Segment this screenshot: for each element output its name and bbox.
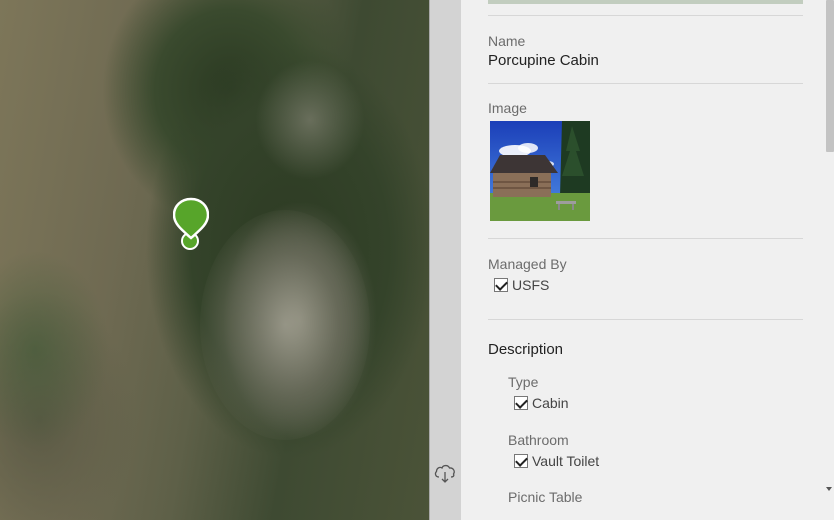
- image-strip: [488, 0, 803, 4]
- image-label: Image: [488, 100, 527, 116]
- cabin-photo[interactable]: [490, 121, 590, 221]
- description-title: Description: [488, 341, 564, 358]
- name-field: Name Porcupine Cabin: [488, 33, 803, 69]
- scrollbar-thumb[interactable]: [826, 0, 834, 152]
- cabin-checkbox[interactable]: [514, 396, 528, 410]
- divider-line: [488, 15, 803, 16]
- type-option: Cabin: [514, 395, 823, 411]
- vault-toilet-option-label: Vault Toilet: [532, 453, 600, 469]
- cloud-download-icon[interactable]: [433, 462, 457, 484]
- type-label: Type: [508, 374, 539, 390]
- map-terrain: [0, 250, 110, 450]
- map-marker-icon[interactable]: [173, 197, 209, 252]
- usfs-checkbox[interactable]: [494, 278, 508, 292]
- cabin-photo-image: [490, 121, 590, 221]
- name-value: Porcupine Cabin: [488, 52, 599, 69]
- bathroom-option: Vault Toilet: [514, 453, 823, 469]
- managed-by-field: Managed By USFS: [488, 256, 803, 293]
- name-label: Name: [488, 33, 526, 49]
- divider-line: [488, 319, 803, 320]
- type-field: Type Cabin: [508, 374, 823, 411]
- managed-by-label: Managed By: [488, 256, 567, 272]
- description-section: Description: [488, 341, 803, 358]
- image-field: Image: [488, 100, 803, 116]
- picnic-table-field: Picnic Table: [508, 489, 823, 505]
- managed-by-option: USFS: [494, 277, 803, 293]
- scroll-down-arrow-icon[interactable]: [826, 487, 832, 491]
- usfs-option-label: USFS: [512, 277, 550, 293]
- cabin-option-label: Cabin: [532, 395, 569, 411]
- picnic-table-label: Picnic Table: [508, 489, 583, 505]
- divider-line: [488, 238, 803, 239]
- satellite-map[interactable]: [0, 0, 429, 520]
- vault-toilet-checkbox[interactable]: [514, 454, 528, 468]
- panel-divider[interactable]: [429, 0, 461, 520]
- bathroom-label: Bathroom: [508, 432, 569, 448]
- detail-panel: Name Porcupine Cabin Image Managed By US…: [461, 0, 824, 520]
- bathroom-field: Bathroom Vault Toilet: [508, 432, 823, 469]
- map-terrain: [200, 210, 370, 440]
- map-terrain: [255, 60, 365, 180]
- divider-line: [488, 83, 803, 84]
